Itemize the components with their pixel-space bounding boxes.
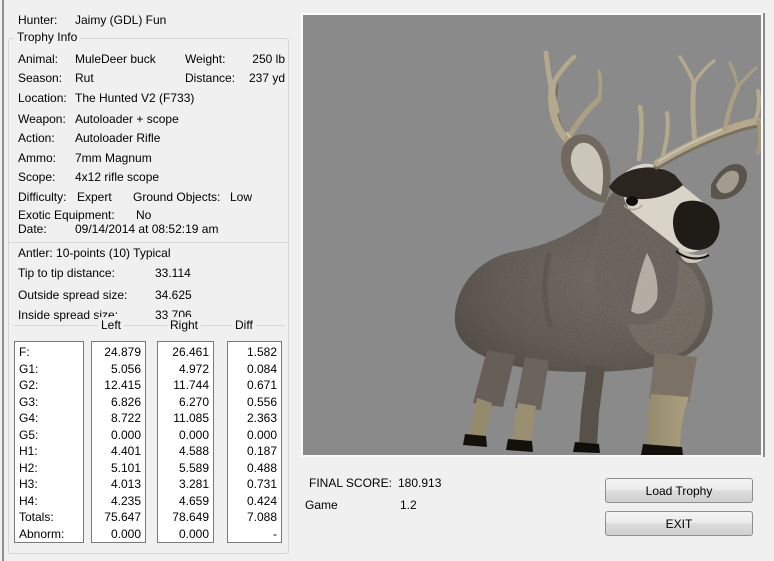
antler-summary: Antler: 10-points (10) Typical bbox=[18, 246, 171, 260]
diff-value: 0.556 bbox=[246, 394, 277, 409]
viewport-right-shadow bbox=[763, 13, 765, 457]
trophy-info-caption: Trophy Info bbox=[14, 29, 81, 45]
load-trophy-button[interactable]: Load Trophy bbox=[605, 478, 753, 503]
column-header-right: Right bbox=[167, 317, 202, 333]
diff-value: 7.088 bbox=[246, 510, 277, 524]
row-label: H3: bbox=[19, 477, 38, 491]
action-value: Autoloader Rifle bbox=[75, 131, 161, 145]
season-value: Rut bbox=[75, 71, 94, 85]
column-header-diff: Diff bbox=[232, 317, 256, 333]
deer-eye bbox=[626, 196, 638, 206]
diff-value: 1.582 bbox=[246, 345, 277, 359]
distance-value: 237 yd bbox=[248, 71, 285, 85]
trophy-3d-viewport bbox=[301, 13, 763, 457]
right-value: 0.000 bbox=[178, 526, 209, 541]
row-label: F: bbox=[19, 345, 30, 359]
scope-label: Scope: bbox=[18, 170, 56, 184]
left-value: 75.647 bbox=[104, 510, 141, 524]
diff-value: 0.084 bbox=[246, 361, 277, 376]
diff-value: 0.731 bbox=[246, 477, 277, 491]
row-label: G4: bbox=[19, 411, 39, 425]
right-value: 4.972 bbox=[178, 361, 209, 376]
final-score-label: FINAL SCORE: bbox=[309, 476, 392, 490]
trophy-viewer-window: Hunter: Jaimy (GDL) Fun Trophy Info Anim… bbox=[0, 0, 774, 561]
location-value: The Hunted V2 (F733) bbox=[75, 91, 195, 105]
left-value: 5.101 bbox=[110, 460, 141, 475]
scope-value: 4x12 rifle scope bbox=[75, 170, 160, 184]
row-label: G2: bbox=[19, 378, 39, 392]
right-value: 6.270 bbox=[178, 394, 209, 409]
diff-value: 0.424 bbox=[246, 493, 277, 508]
weapon-label: Weapon: bbox=[18, 112, 66, 126]
ammo-label: Ammo: bbox=[18, 151, 57, 165]
outside-spread-label: Outside spread size: bbox=[18, 288, 128, 302]
row-label: H1: bbox=[19, 444, 38, 458]
diff-value: 2.363 bbox=[246, 411, 277, 425]
final-score-value: 180.913 bbox=[398, 476, 442, 490]
right-value: 11.085 bbox=[173, 411, 209, 425]
right-value: 5.589 bbox=[178, 460, 209, 475]
right-value: 4.588 bbox=[178, 444, 209, 458]
left-values-listbox[interactable]: 24.879 5.056 12.415 6.826 8.722 0.000 4.… bbox=[91, 341, 146, 543]
left-value: 5.056 bbox=[110, 361, 141, 376]
diff-value: 0.187 bbox=[246, 444, 277, 458]
row-label: H4: bbox=[19, 493, 38, 508]
right-value: 4.659 bbox=[178, 493, 209, 508]
ground-objects-label: Ground Objects: bbox=[133, 190, 221, 204]
ammo-value: 7mm Magnum bbox=[75, 151, 152, 165]
row-label: H2: bbox=[19, 460, 38, 475]
right-value: 11.744 bbox=[173, 378, 209, 392]
row-label: G5: bbox=[19, 427, 39, 442]
exit-button[interactable]: EXIT bbox=[605, 511, 753, 536]
hunter-label: Hunter: bbox=[18, 13, 58, 27]
weight-value: 250 lb bbox=[252, 52, 285, 66]
tip-to-tip-label: Tip to tip distance: bbox=[18, 266, 115, 280]
animal-value: MuleDeer buck bbox=[75, 52, 156, 66]
right-value: 78.649 bbox=[172, 510, 209, 524]
row-label: Totals: bbox=[19, 510, 54, 524]
diff-value: 0.488 bbox=[246, 460, 277, 475]
diff-value: 0.000 bbox=[246, 427, 277, 442]
diff-value: - bbox=[273, 526, 277, 541]
left-value: 0.000 bbox=[110, 526, 141, 541]
muledeer-render bbox=[303, 15, 763, 455]
diff-values-listbox[interactable]: 1.582 0.084 0.671 0.556 2.363 0.000 0.18… bbox=[227, 341, 282, 543]
tip-to-tip-value: 33.114 bbox=[155, 266, 191, 280]
date-value: 09/14/2014 at 08:52:19 am bbox=[75, 222, 219, 236]
section-separator bbox=[9, 242, 288, 243]
window-left-edge bbox=[2, 0, 4, 561]
left-value: 12.415 bbox=[104, 378, 141, 392]
game-version-label: Game bbox=[305, 498, 338, 512]
column-header-left: Left bbox=[98, 317, 125, 333]
right-value: 3.281 bbox=[178, 477, 209, 491]
difficulty-label: Difficulty: bbox=[18, 190, 67, 204]
action-label: Action: bbox=[18, 131, 55, 145]
left-value: 4.235 bbox=[110, 493, 141, 508]
diff-value: 0.671 bbox=[246, 378, 277, 392]
game-version-value: 1.2 bbox=[400, 498, 417, 512]
weapon-value: Autoloader + scope bbox=[75, 112, 179, 126]
difficulty-value: Expert bbox=[77, 190, 112, 204]
left-value: 24.879 bbox=[104, 345, 141, 359]
location-label: Location: bbox=[18, 91, 67, 105]
season-label: Season: bbox=[18, 71, 63, 85]
row-label: G3: bbox=[19, 394, 39, 409]
ground-objects-value: Low bbox=[230, 190, 253, 204]
right-value: 26.461 bbox=[172, 345, 209, 359]
date-label: Date: bbox=[18, 222, 47, 236]
row-label: Abnorm: bbox=[19, 526, 65, 541]
animal-label: Animal: bbox=[18, 52, 59, 66]
left-value: 4.013 bbox=[110, 477, 141, 491]
right-values-listbox[interactable]: 26.461 4.972 11.744 6.270 11.085 0.000 4… bbox=[157, 341, 214, 543]
left-value: 6.826 bbox=[110, 394, 141, 409]
left-value: 8.722 bbox=[110, 411, 141, 425]
right-value: 0.000 bbox=[178, 427, 209, 442]
hunter-value: Jaimy (GDL) Fun bbox=[75, 13, 167, 27]
row-label: G1: bbox=[19, 361, 39, 376]
outside-spread-value: 34.625 bbox=[155, 288, 192, 302]
left-value: 0.000 bbox=[110, 427, 141, 442]
row-labels-listbox[interactable]: F: G1: G2: G3: G4: G5: H1: H2: H3: H4: T… bbox=[14, 341, 84, 543]
left-value: 4.401 bbox=[110, 444, 141, 458]
